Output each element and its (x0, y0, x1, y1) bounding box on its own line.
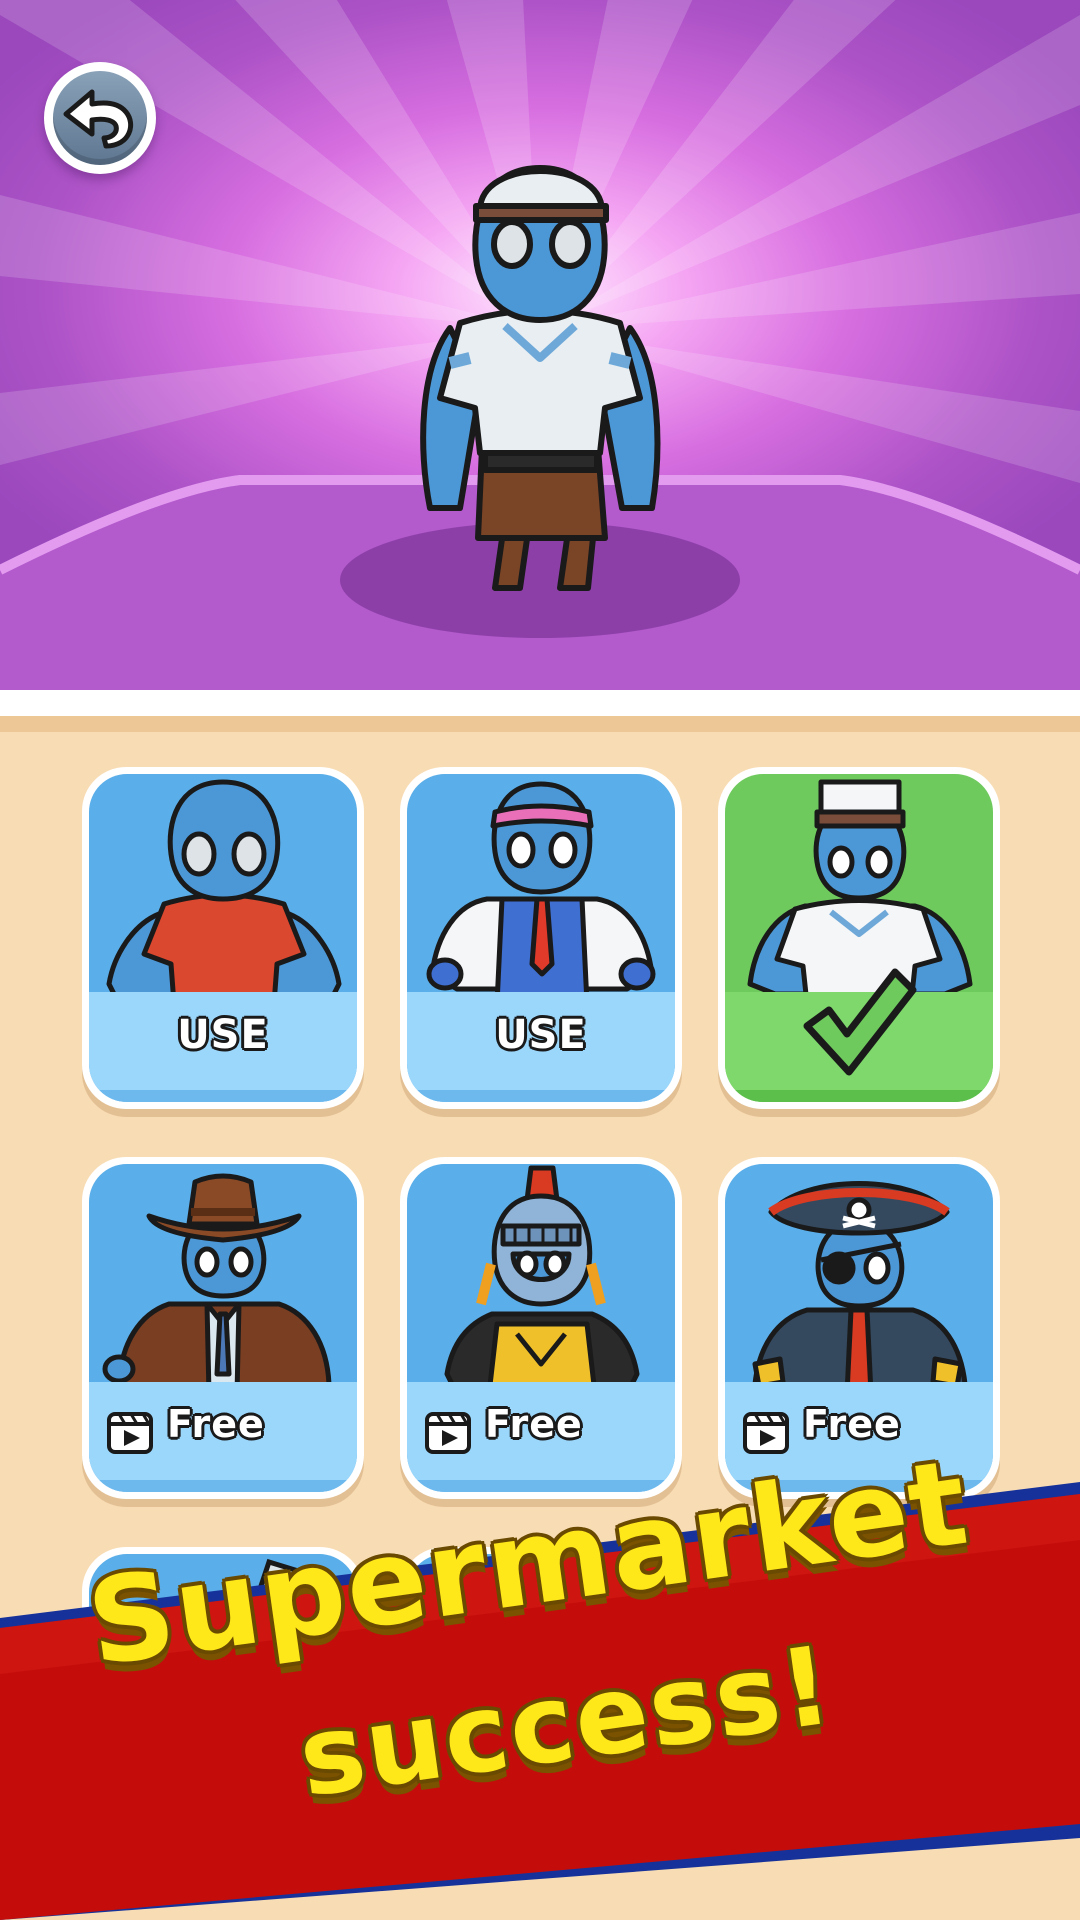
character-preview (0, 0, 1080, 690)
skin-card-action-bar: Free (407, 1382, 675, 1492)
free-label: Free (167, 1402, 265, 1446)
skin-card-action-bar: USE (89, 992, 357, 1102)
office-headband-skin-icon (426, 781, 656, 1004)
free-label: Free (485, 1402, 583, 1446)
skin-card-knight[interactable]: Free (400, 1157, 682, 1499)
skin-card-office-headband[interactable]: USE (400, 767, 682, 1109)
red-tshirt-skin-icon (106, 779, 342, 1004)
knight-helmet-skin-icon (444, 1165, 640, 1394)
pirate-skin-icon (752, 1181, 968, 1394)
checkmark-icon (803, 968, 917, 1076)
cowboy-skin-icon (102, 1173, 332, 1394)
skin-card-cashier-selected[interactable] (718, 767, 1000, 1109)
undo-arrow-icon (63, 89, 133, 149)
video-ad-icon (743, 1412, 789, 1454)
use-label: USE (495, 1012, 587, 1058)
use-label: USE (177, 1012, 269, 1058)
skin-card-action-bar: USE (407, 992, 675, 1102)
skin-card-red-tshirt[interactable]: USE (82, 767, 364, 1109)
skin-card-cowboy[interactable]: Free (82, 1157, 364, 1499)
back-button[interactable] (44, 62, 156, 174)
hero-character (420, 165, 661, 591)
free-label: Free (803, 1402, 901, 1446)
section-divider (0, 690, 1080, 716)
video-ad-icon (425, 1412, 471, 1454)
skin-card-action-bar: Free (89, 1382, 357, 1492)
panel-edge (0, 716, 1080, 732)
video-ad-icon (107, 1412, 153, 1454)
